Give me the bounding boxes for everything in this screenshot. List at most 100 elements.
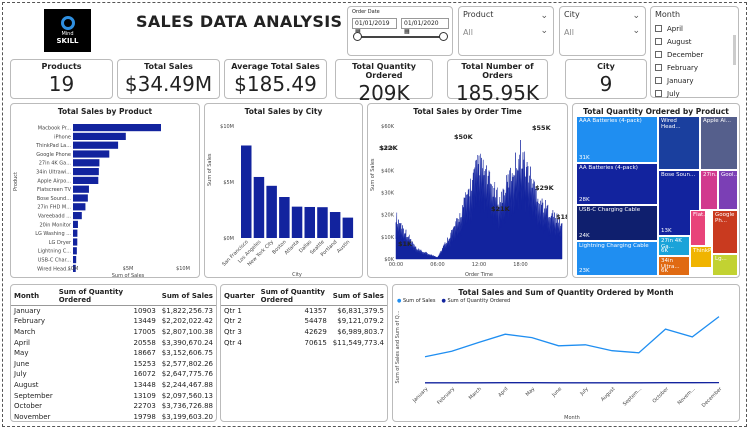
- kpi-card: Total Number of Orders 185.95K: [447, 59, 548, 105]
- tick-label: Google Phone: [36, 152, 71, 158]
- table-cell: June: [14, 359, 30, 368]
- month-slicer[interactable]: Month April August December February January…: [650, 6, 739, 98]
- treemap-cell[interactable]: 34in Ultra... 6K: [658, 256, 690, 276]
- month-option-label: August: [667, 37, 692, 46]
- table-cell: 13449: [133, 317, 156, 326]
- treemap-cell[interactable]: AAA Batteries (4-pack) 31K: [576, 116, 658, 163]
- tick-label: 12:00: [472, 262, 486, 268]
- kpi-label: City: [597, 62, 615, 71]
- treemap-cell[interactable]: Lightning Charging Cable 23K: [576, 241, 658, 276]
- table-cell: April: [14, 338, 30, 347]
- legend-item-sales[interactable]: ● Sum of Sales: [397, 298, 436, 304]
- slider-end-handle[interactable]: [439, 32, 448, 41]
- treemap-cell[interactable]: Lg...: [712, 254, 738, 276]
- tick-label: 27in 4K Ga...: [39, 161, 72, 167]
- kpi-value: 185.95K: [455, 81, 540, 105]
- month-option[interactable]: December: [655, 48, 703, 61]
- kpi-value: $34.49M: [124, 72, 213, 96]
- table-cell: 15253: [133, 359, 156, 368]
- legend-label: Sum of Sales: [402, 298, 436, 304]
- chevron-down-icon[interactable]: ⌄: [540, 11, 548, 21]
- checkbox[interactable]: [655, 25, 662, 32]
- sales-by-product-chart: Total Sales by Product Product Macbook Pr…: [10, 103, 200, 278]
- table-cell: $2,647,775.76: [161, 370, 213, 379]
- table-row[interactable]: July 16072 $2,647,775.76: [11, 369, 216, 380]
- treemap-cell[interactable]: 27in...: [700, 170, 718, 210]
- bar: [73, 256, 77, 264]
- product-slicer[interactable]: Product ⌄ All ⌄: [458, 6, 554, 56]
- chevron-down-icon[interactable]: ⌄: [632, 11, 640, 21]
- tick-label: ThinkPad La...: [35, 143, 71, 149]
- tick-label: LG Washing ...: [35, 231, 71, 237]
- month-option[interactable]: January: [655, 74, 703, 87]
- quantity-by-product-treemap: Total Quantity Ordered by Product AAA Ba…: [572, 103, 740, 278]
- table-row[interactable]: February 13449 $2,202,022.42: [11, 316, 216, 327]
- column-header[interactable]: Sum of Quantity Ordered: [257, 287, 330, 306]
- table-row[interactable]: August 13448 $2,244,467.88: [11, 380, 216, 391]
- treemap-cell[interactable]: Apple Ai...: [700, 116, 738, 170]
- column-header[interactable]: Sum of Quantity Ordered: [55, 287, 159, 306]
- table-row[interactable]: November 19798 $3,199,603.20: [11, 411, 216, 421]
- table-row[interactable]: April 20558 $3,390,670.24: [11, 337, 216, 348]
- tick-label: January: [411, 386, 429, 404]
- city-slicer-label: City: [564, 10, 580, 19]
- table-row[interactable]: Qtr 3 42629 $6,989,803.7: [221, 327, 387, 338]
- treemap-cell-label: Apple Ai...: [703, 118, 731, 124]
- checkbox[interactable]: [655, 77, 662, 84]
- table-header-row: Month Sum of Quantity Ordered Sum of Sales: [11, 287, 216, 306]
- treemap-cell-label: Google Ph...: [715, 212, 735, 224]
- table-row[interactable]: June 15253 $2,577,802.26: [11, 358, 216, 369]
- column-header[interactable]: Sum of Sales: [158, 287, 216, 306]
- treemap-cell[interactable]: Flat...: [690, 210, 706, 246]
- checkbox[interactable]: [655, 38, 662, 45]
- checkbox[interactable]: [655, 51, 662, 58]
- column-header[interactable]: Quarter: [221, 287, 258, 306]
- start-date-input[interactable]: 01/01/2019 ▦: [352, 18, 397, 35]
- chevron-down-icon[interactable]: ⌄: [632, 26, 640, 36]
- table-row[interactable]: September 13109 $2,097,560.13: [11, 390, 216, 401]
- product-dropdown-value[interactable]: All: [463, 28, 473, 37]
- table-row[interactable]: January 10903 $1,822,256.73: [11, 306, 216, 317]
- table-row[interactable]: Qtr 4 70615 $11,549,773.4: [221, 337, 387, 348]
- end-date-input[interactable]: 01/01/2020 ▦: [401, 18, 449, 35]
- month-option[interactable]: July: [655, 87, 703, 100]
- table-cell: $3,152,606.75: [161, 349, 213, 358]
- tick-label: April: [497, 386, 509, 398]
- treemap-cell[interactable]: 27in 4K Ga... 6K: [658, 236, 690, 256]
- scrollbar[interactable]: [733, 35, 736, 65]
- legend-item-quantity[interactable]: ● Sum of Quantity Ordered: [442, 298, 511, 304]
- column-header[interactable]: Month: [11, 287, 56, 306]
- city-slicer[interactable]: City ⌄ All ⌄: [559, 6, 646, 56]
- kpi-card: City 9: [565, 59, 647, 99]
- table-row[interactable]: October 22703 $3,736,726.88: [11, 401, 216, 412]
- treemap-cell[interactable]: ThinkP...: [690, 246, 712, 268]
- table-row[interactable]: Qtr 2 54478 $9,121,079.2: [221, 316, 387, 327]
- tick-label: 27in FHD M...: [37, 205, 71, 211]
- order-date-slicer[interactable]: Order Date 01/01/2019 ▦ 01/01/2020 ▦: [347, 6, 453, 56]
- treemap-cell[interactable]: USB-C Charging Cable 24K: [576, 205, 658, 241]
- city-dropdown-value[interactable]: All: [564, 28, 574, 37]
- bar: [73, 168, 99, 176]
- checkbox[interactable]: [655, 64, 662, 71]
- month-option[interactable]: August: [655, 35, 703, 48]
- calendar-icon[interactable]: ▦: [404, 28, 410, 35]
- chevron-down-icon[interactable]: ⌄: [540, 26, 548, 36]
- month-option[interactable]: April: [655, 22, 703, 35]
- month-option[interactable]: February: [655, 61, 703, 74]
- column-header[interactable]: Sum of Sales: [329, 287, 387, 306]
- slider-start-handle[interactable]: [353, 32, 362, 41]
- treemap-cell[interactable]: Wired Head...: [658, 116, 700, 170]
- table-row[interactable]: Qtr 1 41357 $6,831,379.5: [221, 306, 387, 317]
- treemap-cell[interactable]: AA Batteries (4-pack) 28K: [576, 163, 658, 205]
- treemap-cell-label: Flat...: [693, 212, 705, 218]
- kpi-label: Total Number of Orders: [461, 62, 534, 80]
- table-row[interactable]: May 18667 $3,152,606.75: [11, 348, 216, 359]
- treemap-cell[interactable]: Gool...: [718, 170, 738, 210]
- treemap-cell[interactable]: Google Ph...: [712, 210, 738, 254]
- product-slicer-label: Product: [463, 10, 494, 19]
- treemap-cell-label: AA Batteries (4-pack): [579, 165, 638, 171]
- table-row[interactable]: March 17005 $2,807,100.38: [11, 327, 216, 338]
- checkbox[interactable]: [655, 90, 662, 97]
- date-range-slider[interactable]: [353, 32, 448, 41]
- tick-label: 06:00: [430, 262, 444, 268]
